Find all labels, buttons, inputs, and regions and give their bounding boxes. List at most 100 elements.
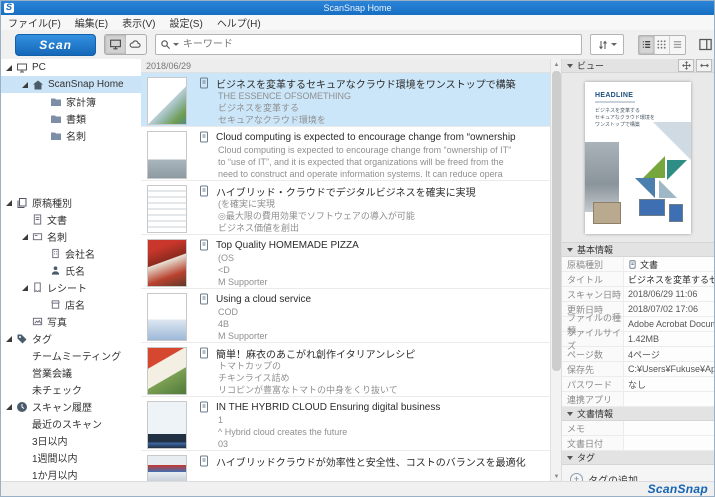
- preview-triangle: [667, 159, 687, 180]
- document-icon: [628, 259, 637, 269]
- sidebar-label: スキャン履歴: [32, 403, 92, 414]
- menu-view[interactable]: 表示(V): [115, 15, 162, 30]
- document-row[interactable]: 簡単！麻衣のあこがれ創作イタリアンレシピ トマトカップの チキンライス詰め リコ…: [141, 343, 551, 397]
- preview-area[interactable]: HEADLINE ビジネスを変革する セキュアなクラウド環境を ワンストップで構…: [562, 73, 714, 243]
- info-value: 文書: [623, 257, 714, 271]
- sidebar-label: ScanSnap Home: [48, 79, 124, 90]
- sidebar-item-documents[interactable]: 文書: [1, 211, 141, 228]
- expander-icon[interactable]: [6, 199, 12, 206]
- document-snippet: to “use of IT”, and it is expected that …: [218, 157, 504, 167]
- sort-button[interactable]: [590, 34, 625, 55]
- to-cloud-button[interactable]: [126, 35, 146, 54]
- sidebar-item-recent-scans[interactable]: 最近のスキャン: [1, 415, 141, 432]
- document-title: ハイブリッド・クラウドでデジタルビジネスを確実に実現: [216, 187, 476, 199]
- preview-page: HEADLINE ビジネスを変革する セキュアなクラウド環境を ワンストップで構…: [585, 81, 691, 234]
- sidebar-item-pc[interactable]: PC: [1, 59, 141, 76]
- folder-icon: [50, 130, 62, 142]
- expander-icon[interactable]: [22, 81, 28, 88]
- fit-width-button[interactable]: [696, 59, 712, 72]
- document-row[interactable]: IN THE HYBRID CLOUD Ensuring digital bus…: [141, 397, 551, 451]
- tags-section-header[interactable]: タグ: [562, 451, 714, 465]
- sidebar-item-folder-kakeibo[interactable]: 家計簿: [1, 93, 141, 110]
- sidebar-item-scan-history[interactable]: スキャン履歴: [1, 398, 141, 415]
- scan-button[interactable]: Scan: [15, 33, 97, 56]
- cloud-icon: [129, 38, 142, 51]
- sidebar-item-tag-team-meeting[interactable]: チームミーティング: [1, 347, 141, 364]
- document-snippet: セキュアなクラウド環境を: [218, 115, 326, 125]
- sidebar-item-tag-unchecked[interactable]: 未チェック: [1, 381, 141, 398]
- to-pc-button[interactable]: [105, 35, 126, 54]
- photo-icon: [32, 316, 43, 327]
- preview-line: セキュアなクラウド環境を: [595, 114, 655, 121]
- expander-spacer: [22, 421, 28, 427]
- list-view-icon: [641, 39, 652, 50]
- expander-icon[interactable]: [6, 403, 12, 410]
- view-section-header[interactable]: ビュー: [562, 59, 714, 73]
- sidebar-item-photos[interactable]: 写真: [1, 313, 141, 330]
- info-value: なし: [623, 377, 714, 391]
- basic-info-section-header[interactable]: 基本情報: [562, 243, 714, 257]
- sidebar-item-tag-sales-meeting[interactable]: 営業会議: [1, 364, 141, 381]
- fit-page-button[interactable]: [678, 59, 694, 72]
- sidebar-item-last-1-week[interactable]: 1週間以内: [1, 449, 141, 466]
- document-row[interactable]: ビジネスを変革するセキュアなクラウド環境をワンストップで構築 THE ESSEN…: [141, 73, 551, 127]
- sidebar-item-tags[interactable]: タグ: [1, 330, 141, 347]
- document-snippet: ^ Hybrid cloud creates the future: [218, 427, 348, 437]
- detail-view-button[interactable]: [670, 35, 685, 54]
- info-row: 保存先 C:¥Users¥Fukuse¥AppData: [562, 362, 714, 377]
- sidebar-item-store-name[interactable]: 店名: [1, 296, 141, 313]
- info-value[interactable]: [623, 436, 714, 450]
- sidebar-item-last-1-month[interactable]: 1か月以内: [1, 466, 141, 482]
- sidebar-item-folder-meishi[interactable]: 名刺: [1, 127, 141, 144]
- info-row: 文書日付: [562, 436, 714, 451]
- document-row[interactable]: Top Quality HOMEMADE PIZZA (OS <D M Supp…: [141, 235, 551, 289]
- menu-settings[interactable]: 設定(S): [162, 15, 209, 30]
- section-title: 基本情報: [577, 245, 614, 255]
- doc-info-section-header[interactable]: 文書情報: [562, 407, 714, 421]
- document-row[interactable]: ハイブリッド・クラウドでデジタルビジネスを確実に実現 (を確実に実現 ◎最大限の…: [141, 181, 551, 235]
- info-value[interactable]: [623, 421, 714, 435]
- section-title: 文書情報: [577, 409, 614, 419]
- sidebar-item-receipts[interactable]: レシート: [1, 279, 141, 296]
- menu-file[interactable]: ファイル(F): [1, 15, 68, 30]
- search-icon[interactable]: [160, 39, 179, 50]
- preview-headline: HEADLINE: [595, 91, 634, 99]
- expander-icon[interactable]: [22, 284, 28, 291]
- sidebar-item-doc-types[interactable]: 原稿種別: [1, 194, 141, 211]
- document-snippet: 1: [218, 415, 224, 425]
- expander-spacer: [40, 116, 46, 122]
- thumbnail-view-button[interactable]: [654, 35, 671, 54]
- sidebar-item-person-name[interactable]: 氏名: [1, 262, 141, 279]
- sidebar-item-scansnap-home[interactable]: ScanSnap Home: [1, 76, 141, 93]
- document-title: 簡単！麻衣のあこがれ創作イタリアンレシピ: [216, 349, 416, 361]
- info-label: メモ: [567, 423, 586, 434]
- sidebar-item-folder-shorui[interactable]: 書類: [1, 110, 141, 127]
- expander-spacer: [22, 472, 28, 478]
- expander-icon[interactable]: [6, 335, 12, 342]
- sidebar-label: 原稿種別: [32, 199, 72, 210]
- menu-edit[interactable]: 編集(E): [68, 15, 115, 30]
- scrollbar-thumb[interactable]: [552, 71, 561, 371]
- folder-icon: [50, 96, 62, 108]
- info-row: ページ数 4ページ: [562, 347, 714, 362]
- expander-spacer: [22, 370, 28, 376]
- list-view-button[interactable]: [639, 35, 655, 54]
- main-area: PC ScanSnap Home 家計簿 書類 名刺 原稿種別 文書 名刺 会社…: [1, 59, 714, 496]
- search-input[interactable]: [178, 39, 582, 50]
- document-icon: [198, 77, 210, 89]
- menu-help[interactable]: ヘルプ(H): [210, 15, 268, 30]
- preview-triangle: [635, 177, 655, 198]
- expander-icon[interactable]: [22, 233, 28, 240]
- expander-icon[interactable]: [6, 64, 12, 71]
- info-label: 保存先: [567, 364, 595, 375]
- sidebar-item-company-name[interactable]: 会社名: [1, 245, 141, 262]
- document-snippet: need to construct and operate informatio…: [218, 169, 503, 179]
- document-snippet: チキンライス詰め: [218, 373, 290, 383]
- inspector-panel: ビュー HEADLINE ビジネスを変革する セキュアなクラウド環境を ワンスト…: [561, 59, 714, 487]
- document-icon: [198, 185, 210, 197]
- document-row[interactable]: Cloud computing is expected to encourage…: [141, 127, 551, 181]
- sidebar-item-last-3-days[interactable]: 3日以内: [1, 432, 141, 449]
- layout-panel-button[interactable]: [698, 36, 714, 53]
- sidebar-item-business-cards[interactable]: 名刺: [1, 228, 141, 245]
- document-row[interactable]: Using a cloud service COD 4B M Supporter: [141, 289, 551, 343]
